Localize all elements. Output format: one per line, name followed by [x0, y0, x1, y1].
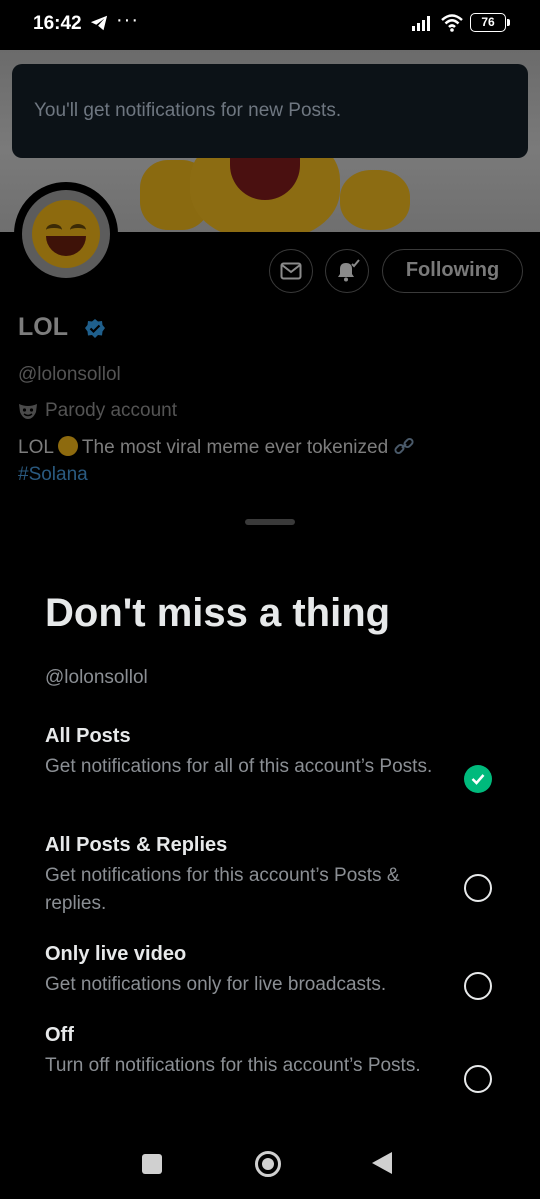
system-nav-bar	[0, 1130, 540, 1199]
avatar-eye	[70, 224, 86, 236]
signal-icon	[412, 16, 430, 31]
avatar-face	[32, 200, 100, 268]
profile-name: LOL	[18, 313, 68, 341]
home-circle-icon[interactable]	[255, 1151, 281, 1177]
profile-bio: LOL The most viral meme ever tokenized	[18, 436, 415, 459]
following-button[interactable]: Following	[382, 249, 523, 293]
parody-mask-icon	[19, 404, 37, 419]
option-description: Get notifications for all of this accoun…	[45, 756, 433, 777]
option-description: Turn off notifications for this account’…	[45, 1055, 421, 1076]
wifi-icon	[441, 14, 463, 32]
radio-unselected[interactable]	[464, 1065, 492, 1093]
notification-settings-sheet: Don't miss a thing @lolonsollol All Post…	[0, 505, 540, 1199]
bio-text: LOL	[18, 437, 54, 458]
radio-unselected[interactable]	[464, 972, 492, 1000]
verified-badge-icon	[85, 319, 105, 338]
back-triangle-icon[interactable]	[372, 1152, 392, 1174]
notification-bell-button[interactable]	[325, 249, 369, 293]
message-button[interactable]	[269, 249, 313, 293]
radio-selected[interactable]	[464, 765, 492, 793]
option-title: Only live video	[45, 943, 187, 965]
telegram-icon	[90, 15, 108, 31]
bio-text-rest: The most viral meme ever tokenized	[81, 437, 389, 458]
link-icon[interactable]	[393, 436, 415, 456]
hashtag-link[interactable]: #Solana	[18, 464, 88, 486]
parody-label: Parody account	[45, 400, 178, 421]
option-all-posts-replies[interactable]: All Posts & Replies Get notifications fo…	[0, 834, 540, 934]
option-title: All Posts	[45, 725, 131, 747]
radio-unselected[interactable]	[464, 874, 492, 902]
laughing-emoji-icon	[57, 436, 78, 456]
checkmark-icon	[471, 774, 485, 785]
option-all-posts[interactable]: All Posts Get notifications for all of t…	[0, 725, 540, 825]
status-bar: 16:42 ··· 76	[0, 0, 540, 50]
sheet-handle: @lolonsollol	[45, 667, 148, 688]
option-title: All Posts & Replies	[45, 834, 228, 856]
avatar-image	[22, 190, 110, 278]
recents-square-icon[interactable]	[142, 1154, 162, 1174]
message-icon	[280, 262, 302, 280]
sheet-grabber[interactable]	[245, 519, 295, 525]
avatar-mouth	[46, 236, 86, 256]
avatar-eye	[46, 224, 62, 236]
option-title: Off	[45, 1024, 74, 1046]
notification-toast: You'll get notifications for new Posts.	[12, 64, 528, 158]
avatar[interactable]	[14, 182, 118, 286]
sheet-title: Don't miss a thing	[45, 591, 391, 635]
banner-art	[340, 170, 410, 230]
toast-message: You'll get notifications for new Posts.	[34, 100, 342, 121]
battery-level: 76	[481, 15, 495, 29]
notification-bell-icon	[338, 259, 360, 282]
profile-handle: @lolonsollol	[18, 364, 121, 385]
battery-icon: 76	[470, 13, 510, 32]
option-description: Get notifications only for live broadcas…	[45, 974, 387, 995]
option-off[interactable]: Off Turn off notifications for this acco…	[0, 1024, 540, 1124]
option-description: Get notifications for this account’s Pos…	[45, 865, 400, 914]
overflow-dots: ···	[116, 9, 139, 31]
status-time: 16:42	[33, 13, 82, 34]
